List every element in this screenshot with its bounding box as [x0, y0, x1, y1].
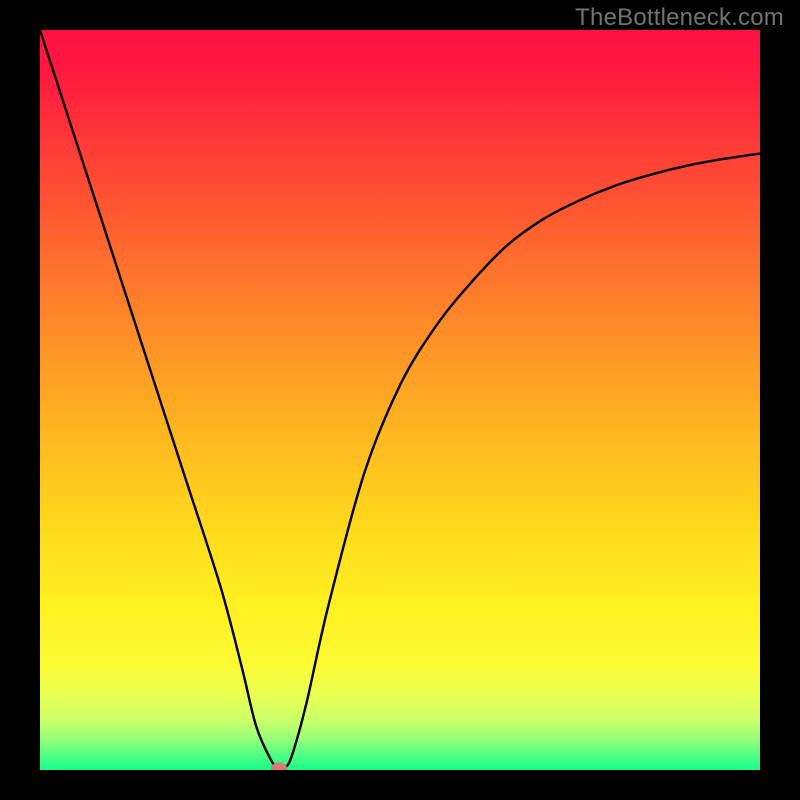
bottleneck-curve: [40, 30, 760, 770]
watermark-text: TheBottleneck.com: [575, 4, 784, 32]
chart-frame: TheBottleneck.com: [0, 0, 800, 800]
minimum-marker: [271, 762, 287, 770]
plot-area: [40, 30, 760, 770]
